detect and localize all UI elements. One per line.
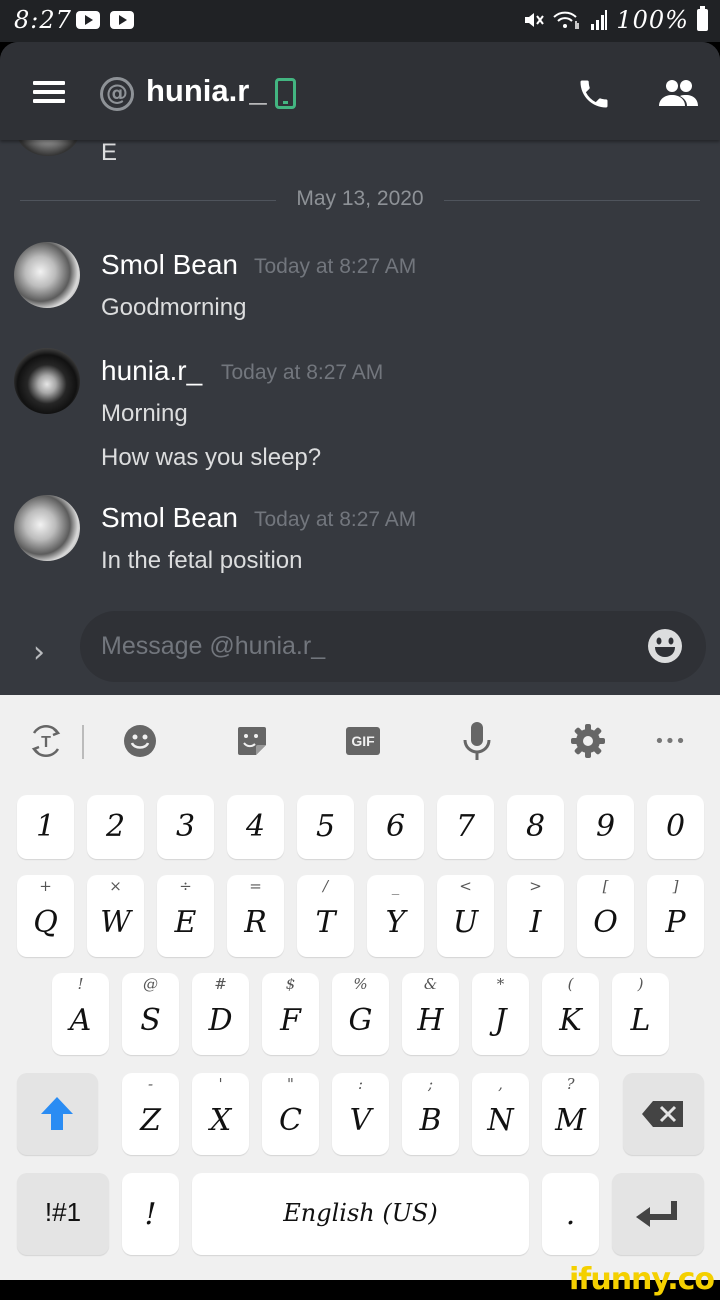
status-bar: 8:27 100% [0, 0, 720, 42]
key[interactable]: 0 [647, 795, 704, 859]
wifi-icon [553, 11, 580, 29]
message-text[interactable]: Goodmorning [101, 294, 246, 322]
settings-gear-icon[interactable] [566, 719, 610, 763]
status-time: 8:27 [14, 6, 72, 34]
key[interactable]: 6 [367, 795, 424, 859]
key[interactable]: % G [332, 973, 389, 1055]
key[interactable]: ! A [52, 973, 109, 1055]
space-key[interactable]: English (US) [192, 1173, 529, 1255]
microphone-icon[interactable] [455, 719, 499, 763]
emoji-icon[interactable] [118, 719, 162, 763]
avatar[interactable] [14, 242, 80, 308]
enter-icon [636, 1201, 677, 1227]
call-icon[interactable] [576, 76, 612, 112]
key[interactable]: ; B [402, 1073, 459, 1155]
key[interactable]: < U [437, 875, 494, 957]
key[interactable]: ,N [472, 1073, 529, 1155]
message-text: E [101, 139, 118, 166]
key[interactable]: * J [472, 973, 529, 1055]
key[interactable]: 9 [577, 795, 634, 859]
battery-percent: 100% [616, 6, 689, 34]
key[interactable]: = R [227, 875, 284, 957]
message-author[interactable]: Smol Bean [101, 502, 238, 534]
key[interactable]: 3 [157, 795, 214, 859]
key[interactable]: :V [332, 1073, 389, 1155]
key[interactable]: # D [192, 973, 249, 1055]
key[interactable]: + Q [17, 875, 74, 957]
key[interactable]: ? M [542, 1073, 599, 1155]
key[interactable]: _ Y [367, 875, 424, 957]
youtube-notification-icon [76, 11, 100, 29]
sticker-icon[interactable] [230, 719, 274, 763]
mobile-status-icon [275, 78, 296, 109]
menu-icon[interactable] [33, 81, 65, 103]
key[interactable]: [O [577, 875, 634, 957]
key[interactable]: 8 [507, 795, 564, 859]
key[interactable]: 2 [87, 795, 144, 859]
key[interactable]: @ S [122, 973, 179, 1055]
key[interactable]: × W [87, 875, 144, 957]
svg-text:T: T [41, 734, 51, 751]
status-indicators: 100% [522, 6, 708, 34]
emoji-icon[interactable] [646, 627, 684, 665]
message-text[interactable]: In the fetal position [101, 547, 302, 575]
at-icon: @ [100, 77, 134, 111]
on-screen-keyboard: T GIF ••• 1 2 3 4 5 6 7 8 9 0 + Q × W ÷ … [0, 695, 720, 1280]
youtube-notification-icon [110, 11, 134, 29]
date-divider-text: May 13, 2020 [296, 187, 424, 210]
chat-header: @ hunia.r_ [0, 42, 720, 140]
shift-key[interactable] [17, 1073, 98, 1155]
key[interactable]: > I [507, 875, 564, 957]
key[interactable]: ÷ E [157, 875, 214, 957]
key[interactable]: 4 [227, 795, 284, 859]
members-icon[interactable] [657, 78, 699, 108]
watermark-logo: ifunny.co [569, 1262, 715, 1297]
key[interactable]: & H [402, 973, 459, 1055]
channel-title: hunia.r_ [146, 73, 267, 108]
message-composer [80, 611, 706, 682]
date-divider: May 13, 2020 [20, 186, 700, 214]
mute-icon [525, 13, 545, 27]
key[interactable]: / T [297, 875, 354, 957]
chat-screen: @ hunia.r_ E May 13, 2020 Smol Bean Toda… [0, 42, 720, 695]
expand-chevron-icon[interactable]: › [33, 635, 45, 670]
avatar[interactable] [14, 348, 80, 414]
key[interactable]: ' X [192, 1073, 249, 1155]
key[interactable]: 7 [437, 795, 494, 859]
message-timestamp: Today at 8:27 AM [221, 361, 384, 384]
backspace-key[interactable] [623, 1073, 704, 1155]
translate-icon[interactable]: T [24, 719, 68, 763]
key[interactable]: 1 [17, 795, 74, 859]
message-text[interactable]: Morning [101, 400, 188, 428]
toolbar-divider [82, 725, 84, 759]
key[interactable]: ! [122, 1173, 179, 1255]
backspace-icon [642, 1101, 683, 1127]
avatar[interactable] [14, 495, 80, 561]
message-author[interactable]: Smol Bean [101, 249, 238, 281]
key[interactable]: $ F [262, 973, 319, 1055]
enter-key[interactable] [612, 1173, 704, 1255]
message-author[interactable]: hunia.r_ [101, 355, 202, 387]
shift-arrow-icon [41, 1097, 73, 1130]
key[interactable]: " C [262, 1073, 319, 1155]
key[interactable]: 5 [297, 795, 354, 859]
key[interactable]: ) L [612, 973, 669, 1055]
message-timestamp: Today at 8:27 AM [254, 255, 417, 278]
battery-icon [697, 6, 708, 31]
symbols-key[interactable]: !#1 [17, 1173, 109, 1255]
gif-icon[interactable]: GIF [343, 719, 383, 763]
key[interactable]: -Z [122, 1073, 179, 1155]
more-options-icon[interactable]: ••• [650, 719, 690, 763]
key[interactable]: . [542, 1173, 599, 1255]
signal-icon [591, 10, 608, 30]
key[interactable]: (K [542, 973, 599, 1055]
message-timestamp: Today at 8:27 AM [254, 508, 417, 531]
message-input[interactable] [101, 611, 621, 682]
message-text[interactable]: How was you sleep? [101, 444, 321, 472]
key[interactable]: ] P [647, 875, 704, 957]
